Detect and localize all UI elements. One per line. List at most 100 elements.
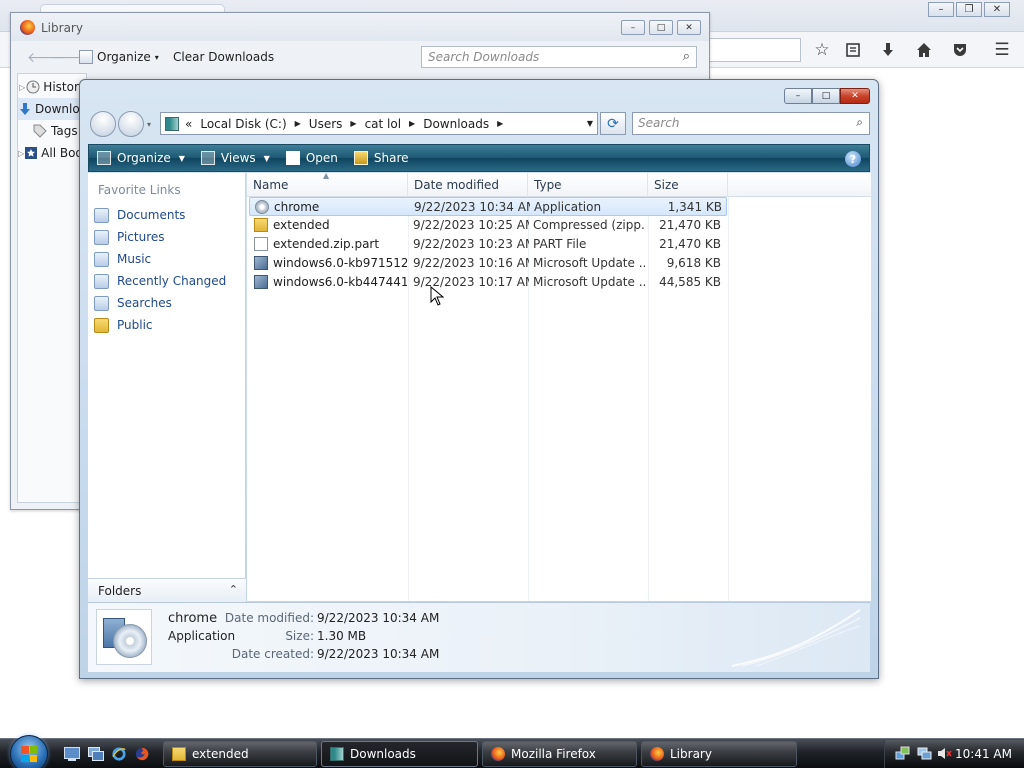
open-button[interactable]: Open bbox=[278, 145, 346, 171]
hamburger-menu-icon[interactable]: ☰ bbox=[992, 40, 1012, 60]
maximize-button[interactable]: □ bbox=[649, 20, 673, 35]
views-button[interactable]: Views ▼ bbox=[193, 145, 278, 171]
close-button[interactable]: ✕ bbox=[677, 20, 701, 35]
firefox-icon bbox=[650, 747, 664, 761]
open-icon bbox=[285, 151, 300, 165]
update-package-icon bbox=[254, 256, 268, 270]
recent-pages-dropdown-icon[interactable]: ▾ bbox=[147, 120, 151, 129]
favorite-link-public[interactable]: Public bbox=[94, 315, 244, 335]
taskbar-button-mozilla-firefox[interactable]: Mozilla Firefox bbox=[482, 741, 637, 767]
breadcrumb-item[interactable]: Local Disk (C:) ▶ bbox=[200, 117, 300, 131]
favorite-link-music[interactable]: Music bbox=[94, 249, 244, 269]
sidebar-item-tags[interactable]: Tags bbox=[18, 120, 86, 142]
breadcrumb-item[interactable]: cat lol ▶ bbox=[365, 117, 416, 131]
breadcrumb-item[interactable]: Users ▶ bbox=[309, 117, 357, 131]
forward-button[interactable] bbox=[118, 111, 144, 137]
favorite-link-recently-changed[interactable]: Recently Changed bbox=[94, 271, 244, 291]
volume-muted-icon[interactable] bbox=[937, 746, 952, 761]
breadcrumb-arrow-icon[interactable]: ▶ bbox=[350, 119, 356, 128]
taskbar-button-extended[interactable]: extended bbox=[163, 741, 317, 767]
search-input[interactable]: Search ⌕ bbox=[632, 112, 870, 135]
breadcrumb-arrow-icon[interactable]: ▶ bbox=[497, 119, 503, 128]
downloads-arrow-icon[interactable] bbox=[878, 40, 898, 60]
start-button[interactable] bbox=[10, 735, 48, 768]
breadcrumb-overflow[interactable]: « bbox=[185, 117, 192, 131]
music-icon bbox=[94, 251, 109, 267]
address-bar[interactable]: « Local Disk (C:) ▶ Users ▶ cat lol ▶ Downl… bbox=[160, 112, 598, 135]
address-dropdown-icon[interactable]: ▼ bbox=[587, 119, 593, 128]
table-row[interactable]: chrome 9/22/2023 10:34 AM Application 1,… bbox=[249, 197, 727, 216]
taskbar-button-library[interactable]: Library bbox=[641, 741, 797, 767]
zip-folder-icon bbox=[254, 218, 268, 232]
explorer-icon bbox=[330, 747, 344, 761]
details-label: Date modified: bbox=[224, 611, 314, 625]
taskbar-button-downloads[interactable]: Downloads bbox=[321, 741, 478, 767]
column-header-name[interactable]: Name ▲ bbox=[247, 171, 408, 197]
clock-icon bbox=[26, 79, 40, 95]
clear-downloads-button[interactable]: Clear Downloads bbox=[173, 50, 274, 64]
table-row[interactable]: extended 9/22/2023 10:25 AM Compressed (… bbox=[249, 216, 727, 235]
minimize-button[interactable]: – bbox=[928, 2, 954, 17]
folder-location-icon bbox=[165, 116, 179, 131]
column-header-size[interactable]: Size bbox=[648, 173, 728, 197]
system-tray: 10:41 AM bbox=[884, 740, 1024, 768]
refresh-button[interactable]: ⟳ bbox=[600, 112, 626, 135]
clock[interactable]: 10:41 AM bbox=[955, 747, 1012, 761]
home-icon[interactable] bbox=[914, 40, 934, 60]
organize-label: Organize bbox=[97, 50, 151, 64]
views-icon bbox=[200, 151, 215, 165]
minimize-button[interactable]: – bbox=[784, 88, 812, 104]
details-pane: chrome Application Date modified: 9/22/2… bbox=[88, 602, 870, 672]
internet-explorer-icon[interactable] bbox=[111, 747, 127, 761]
help-icon[interactable]: ? bbox=[845, 151, 861, 167]
switch-windows-icon[interactable] bbox=[88, 747, 104, 761]
library-title: Library bbox=[41, 21, 83, 35]
firefox-logo-icon bbox=[20, 20, 35, 35]
favorite-link-documents[interactable]: Documents bbox=[94, 205, 244, 225]
details-date-modified: 9/22/2023 10:34 AM bbox=[317, 611, 440, 625]
url-bar[interactable] bbox=[706, 38, 801, 62]
sidebar-item-history[interactable]: ▷ History bbox=[18, 76, 86, 98]
sidebar-item-all-bookmarks[interactable]: ▷ All Bookmarks bbox=[18, 142, 86, 164]
table-row[interactable]: extended.zip.part 9/22/2023 10:23 AM PAR… bbox=[249, 235, 727, 254]
organize-button[interactable]: Organize ▼ bbox=[89, 145, 193, 171]
close-button[interactable]: ✕ bbox=[984, 2, 1010, 17]
share-button[interactable]: Share bbox=[346, 145, 417, 171]
breadcrumb-arrow-icon[interactable]: ▶ bbox=[295, 119, 301, 128]
connected-monitors-icon[interactable] bbox=[917, 746, 932, 761]
pocket-icon[interactable] bbox=[950, 40, 970, 60]
chevron-down-icon: ▼ bbox=[178, 153, 185, 163]
search-downloads-input[interactable]: Search Downloads ⌕ bbox=[421, 46, 697, 68]
expand-triangle-icon[interactable]: ▷ bbox=[18, 83, 26, 92]
network-status-icon[interactable] bbox=[895, 746, 910, 761]
firefox-icon[interactable] bbox=[134, 747, 150, 761]
breadcrumb-item[interactable]: Downloads ▶ bbox=[423, 117, 503, 131]
firefox-icon bbox=[491, 747, 505, 761]
table-row[interactable]: windows6.0-kb971512-... 9/22/2023 10:16 … bbox=[249, 254, 727, 273]
table-row[interactable]: windows6.0-kb447441... 9/22/2023 10:17 A… bbox=[249, 273, 727, 292]
favorite-links-heading: Favorite Links bbox=[98, 183, 181, 197]
details-date-created: 9/22/2023 10:34 AM bbox=[317, 647, 440, 661]
library-toolbar: 🡐 🡒 Organize ▾ Clear Downloads Search Do… bbox=[11, 41, 709, 73]
folder-icon bbox=[94, 317, 109, 333]
details-label: Date created: bbox=[231, 647, 314, 661]
restore-button[interactable]: ❐ bbox=[956, 2, 982, 17]
back-button[interactable] bbox=[90, 111, 116, 137]
organize-menu[interactable]: Organize ▾ bbox=[79, 50, 159, 64]
favorite-link-searches[interactable]: Searches bbox=[94, 293, 244, 313]
close-button[interactable]: ✕ bbox=[840, 88, 870, 104]
search-icon: ⌕ bbox=[682, 49, 690, 64]
column-header-date[interactable]: Date modified bbox=[408, 173, 528, 197]
minimize-button[interactable]: – bbox=[621, 20, 645, 35]
maximize-button[interactable]: □ bbox=[812, 88, 840, 104]
search-placeholder: Search Downloads bbox=[428, 50, 540, 64]
favorite-link-pictures[interactable]: Pictures bbox=[94, 227, 244, 247]
bookmark-star-icon[interactable]: ☆ bbox=[812, 40, 832, 60]
column-header-type[interactable]: Type bbox=[528, 173, 648, 197]
show-desktop-icon[interactable] bbox=[64, 747, 80, 761]
folders-toggle[interactable]: Folders ⌃ bbox=[88, 578, 246, 602]
reading-list-icon[interactable] bbox=[843, 40, 863, 60]
breadcrumb-arrow-icon[interactable]: ▶ bbox=[409, 119, 415, 128]
documents-icon bbox=[94, 207, 109, 223]
sidebar-item-downloads[interactable]: Downloads bbox=[18, 98, 86, 120]
